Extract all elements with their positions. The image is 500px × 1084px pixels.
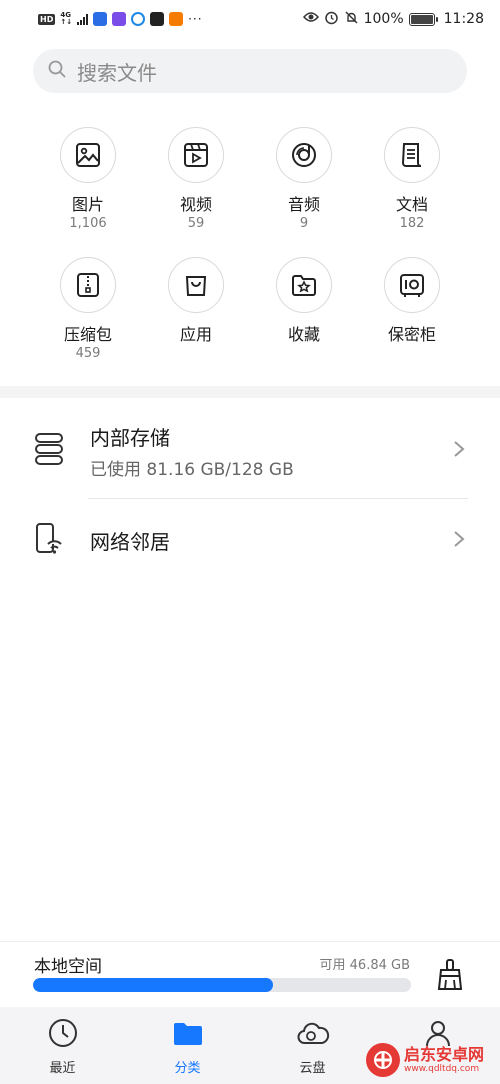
- tab-label: 分类: [174, 1061, 201, 1076]
- category-label: 收藏: [287, 325, 320, 344]
- category-count: 9: [299, 216, 309, 231]
- document-icon: [384, 127, 440, 183]
- network-device-icon: [34, 522, 64, 560]
- internal-storage-usage: 已使用 81.16 GB/128 GB: [90, 460, 294, 480]
- site-watermark: 启东安卓网 www.qdltdq.com: [366, 1040, 494, 1080]
- category-count: 59: [187, 216, 205, 231]
- tab-cloud[interactable]: 云盘: [250, 1007, 375, 1084]
- audio-icon: [276, 127, 332, 183]
- app-notification-icon: [112, 12, 127, 26]
- category-label: 视频: [179, 195, 212, 214]
- mute-bell-icon: [344, 10, 359, 29]
- network-neighbors-title: 网络邻居: [90, 530, 170, 554]
- watermark-text: 启东安卓网 www.qdltdq.com: [404, 1044, 485, 1075]
- tab-recent[interactable]: 最近: [0, 1007, 125, 1084]
- category-apps[interactable]: 应用: [142, 257, 250, 345]
- image-icon: [60, 127, 116, 183]
- alarm-icon: [324, 10, 339, 29]
- section-divider: [0, 386, 500, 398]
- more-notifications-icon: ···: [188, 12, 203, 26]
- category-documents[interactable]: 文档 182: [358, 127, 466, 233]
- category-favorites[interactable]: 收藏: [250, 257, 358, 345]
- search-bar[interactable]: 搜索文件: [33, 49, 467, 93]
- search-input[interactable]: 搜索文件: [77, 57, 157, 86]
- favorites-icon: [276, 257, 332, 313]
- category-safe[interactable]: 保密柜: [358, 257, 466, 345]
- category-videos[interactable]: 视频 59: [142, 127, 250, 233]
- category-label: 图片: [71, 195, 104, 214]
- app-notification-icon: [131, 12, 146, 26]
- chevron-right-icon: [452, 530, 466, 547]
- status-left: HD 4G ↑↓ ···: [38, 12, 203, 26]
- watermark-url: www.qdltdq.com: [404, 1063, 480, 1074]
- category-count: 182: [399, 216, 425, 231]
- storage-progress-fill: [33, 978, 273, 992]
- category-count: 459: [75, 346, 101, 361]
- tab-label: 最近: [49, 1061, 76, 1076]
- clock-time: 11:28: [443, 11, 484, 27]
- category-label: 保密柜: [387, 325, 436, 344]
- cloud-icon: [296, 1017, 330, 1053]
- app-bag-icon: [168, 257, 224, 313]
- row-divider: [88, 498, 468, 499]
- network-type: 4G ↑↓: [60, 11, 73, 26]
- clock-icon: [47, 1017, 79, 1053]
- folder-icon: [172, 1017, 204, 1053]
- app-notification-icon: [169, 12, 184, 26]
- category-audio[interactable]: 音频 9: [250, 127, 358, 233]
- category-label: 文档: [395, 195, 428, 214]
- watermark-logo-icon: [366, 1043, 400, 1077]
- network-neighbors-row[interactable]: 网络邻居: [0, 500, 500, 578]
- internal-storage-title: 内部存储: [90, 426, 170, 450]
- hd-icon: HD: [38, 13, 56, 25]
- app-notification-icon: [93, 12, 108, 26]
- category-label: 音频: [287, 195, 320, 214]
- tab-categories[interactable]: 分类: [125, 1007, 250, 1084]
- category-label: 压缩包: [63, 325, 112, 344]
- storage-icon: [34, 432, 64, 470]
- tab-label: 云盘: [299, 1061, 326, 1076]
- internal-storage-row[interactable]: 内部存储 已使用 81.16 GB/128 GB: [0, 398, 500, 498]
- category-label: 应用: [179, 325, 212, 344]
- status-right: 100% 11:28: [302, 10, 484, 29]
- storage-progress-bar: [33, 978, 411, 992]
- battery-percent: 100%: [363, 11, 404, 27]
- battery-icon: [408, 12, 438, 26]
- category-count: 1,106: [69, 216, 107, 231]
- chevron-right-icon: [452, 440, 466, 457]
- search-icon: [47, 59, 67, 83]
- watermark-name: 启东安卓网: [404, 1044, 485, 1064]
- local-storage-title: 本地空间: [34, 957, 102, 977]
- signal-icon: [77, 13, 89, 25]
- status-bar: HD 4G ↑↓ ··· 100% 11:28: [0, 0, 500, 38]
- app-notification-icon: [150, 12, 165, 26]
- video-icon: [168, 127, 224, 183]
- category-archives[interactable]: 压缩包 459: [34, 257, 142, 363]
- eye-comfort-icon: [302, 11, 319, 27]
- local-storage-panel: 本地空间 可用 46.84 GB: [0, 941, 500, 1007]
- safe-icon: [384, 257, 440, 313]
- free-space-label: 可用 46.84 GB: [319, 958, 410, 973]
- category-images[interactable]: 图片 1,106: [34, 127, 142, 233]
- clean-broom-icon[interactable]: [436, 958, 464, 992]
- archive-icon: [60, 257, 116, 313]
